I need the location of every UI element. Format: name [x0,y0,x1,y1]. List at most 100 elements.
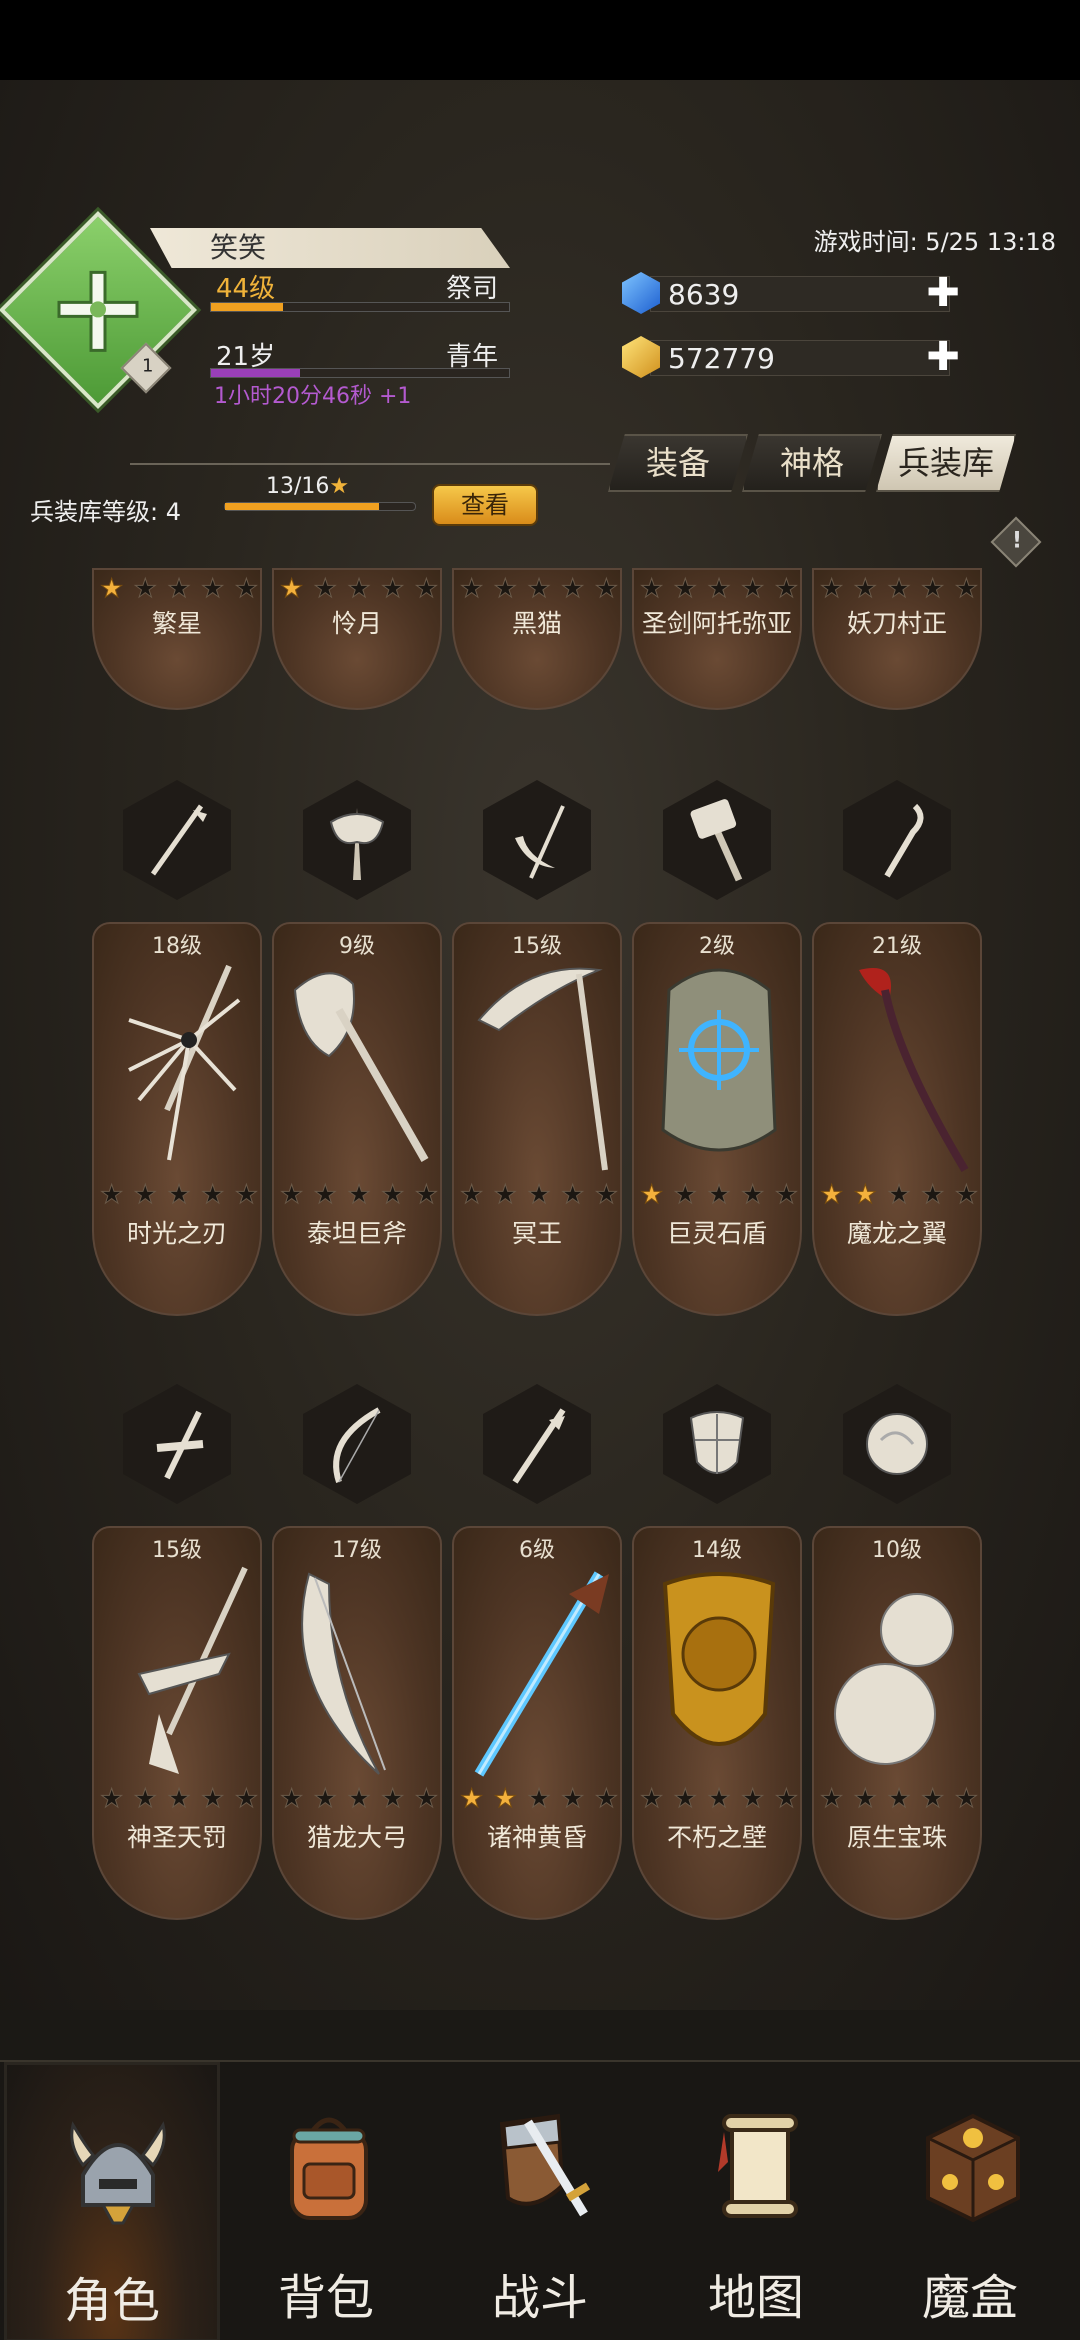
star-icon: ★ [347,574,371,604]
star-icon: ★ [887,1784,911,1814]
weapon-type-icon[interactable] [843,1384,951,1504]
weapon-type-icon[interactable] [303,1384,411,1504]
weapon-type-icon[interactable] [663,780,771,900]
weapon-level: 21级 [872,934,922,959]
weapon-card[interactable]: ★ ★ ★ ★ ★ 黑猫 [452,568,622,710]
star-icon: ★ [853,1784,877,1814]
weapon-glyph-icon [329,808,385,880]
nav-character[interactable]: 角色 [4,2062,220,2340]
nav-label: 角色 [63,2273,160,2329]
star-icon: ★ [313,1784,337,1814]
star-icon: ★ [741,1784,765,1814]
star-icon: ★ [234,1784,258,1814]
weapon-level: 10级 [872,1538,922,1563]
weapon-card[interactable]: 9级 ★ ★ ★ ★ ★ 泰坦巨斧 [272,922,442,1316]
star-icon: ★ [561,574,585,604]
weapon-type-icon[interactable] [483,780,591,900]
weapon-glyph-icon [156,1410,204,1480]
weapon-card[interactable]: 21级 ★ ★ ★ ★ ★ 魔龙之翼 [812,922,982,1316]
weapon-type-icon[interactable] [123,1384,231,1504]
star-icon: ★ [493,1784,517,1814]
weapon-name: 冥王 [511,1219,562,1248]
weapon-glyph-icon [884,803,924,878]
weapon-level: 17级 [332,1538,382,1563]
star-icon: ★ [819,1180,844,1210]
star-rating: ★ ★ ★ ★ ★ [99,1784,258,1814]
nav-battle[interactable]: 战斗 [432,2062,648,2340]
nav-divider [0,2010,1080,2060]
weapon-type-icon[interactable] [123,780,231,900]
weapon-level: 15级 [512,934,562,959]
star-icon: ★ [167,1180,191,1210]
star-rating: ★ ★ ★ ★ ★ [279,1784,438,1814]
weapon-card[interactable]: ★ ★ ★ ★ ★ 繁星 [92,568,262,710]
nav-magic-box[interactable]: 魔盒 [862,2062,1078,2340]
nav-backpack[interactable]: 背包 [218,2062,434,2340]
star-icon: ★ [234,574,258,604]
weapon-card[interactable]: 2级 ★ ★ ★ ★ ★ 巨灵石盾 [632,922,802,1316]
star-rating: ★ ★ ★ ★ ★ [639,574,798,604]
star-icon: ★ [741,1180,765,1210]
nav-map[interactable]: 地图 [648,2062,864,2340]
star-icon: ★ [774,1784,798,1814]
sword-shield-icon [499,2113,591,2217]
weapon-type-icon[interactable] [843,780,951,900]
star-rating: ★ ★ ★ ★ ★ [279,1180,438,1210]
weapon-type-icon[interactable] [663,1384,771,1504]
star-icon: ★ [741,574,765,604]
weapon-card[interactable]: 15级 ★ ★ ★ ★ ★ 神圣天罚 [92,1526,262,1920]
star-rating: ★ ★ ★ ★ ★ [819,574,978,604]
star-icon: ★ [493,574,517,604]
weapon-glyph-icon [515,805,565,879]
nav-label: 战斗 [491,2270,588,2326]
star-icon: ★ [594,1180,618,1210]
weapon-art-icon [301,1572,386,1775]
star-icon: ★ [201,1180,225,1210]
star-icon: ★ [639,574,664,604]
magic-box-icon [926,2113,1020,2223]
weapon-glyph-icon [150,804,207,876]
weapon-name: 巨灵石盾 [666,1219,767,1248]
nav-label: 魔盒 [921,2270,1018,2326]
backpack-icon [290,2117,368,2220]
star-icon: ★ [414,574,438,604]
weapon-glyph-icon [512,1408,566,1484]
star-icon: ★ [381,1180,405,1210]
weapon-type-icon[interactable] [483,1384,591,1504]
weapon-card[interactable]: 17级 ★ ★ ★ ★ ★ 猎龙大弓 [272,1526,442,1920]
weapon-name: 泰坦巨斧 [306,1219,407,1248]
weapon-art-icon [293,972,429,1162]
weapon-art-icon [477,967,608,1171]
star-icon: ★ [527,1180,551,1210]
scroll-map-icon [718,2114,798,2218]
weapon-card[interactable]: 14级 ★ ★ ★ ★ ★ 不朽之壁 [632,1526,802,1920]
star-icon: ★ [167,1784,191,1814]
star-icon: ★ [99,574,124,604]
weapon-name: 原生宝珠 [846,1823,947,1852]
star-icon: ★ [234,1180,258,1210]
weapon-name: 诸神黄昏 [486,1823,587,1852]
weapon-art-icon [859,968,969,1173]
star-icon: ★ [381,574,405,604]
weapon-card[interactable]: 15级 ★ ★ ★ ★ ★ 冥王 [452,922,622,1316]
weapon-card[interactable]: ★ ★ ★ ★ ★ 妖刀村正 [812,568,982,710]
weapon-card[interactable]: 10级 ★ ★ ★ ★ ★ 原生宝珠 [812,1526,982,1920]
weapon-card[interactable]: 6级 ★ ★ ★ ★ ★ 诸神黄昏 [452,1526,622,1920]
star-icon: ★ [887,574,911,604]
nav-label: 地图 [707,2270,804,2326]
star-rating: ★ ★ ★ ★ ★ [819,1784,978,1814]
star-icon: ★ [99,1180,124,1210]
weapon-type-icon[interactable] [303,780,411,900]
star-icon: ★ [167,574,191,604]
weapon-card[interactable]: 18级 ★ ★ ★ ★ ★ 时光之刃 [92,922,262,1316]
weapon-card[interactable]: ★ ★ ★ ★ ★ 圣剑阿托弥亚 [632,568,802,710]
star-icon: ★ [133,1784,157,1814]
weapon-name: 神圣天罚 [126,1823,227,1852]
weapon-level: 18级 [152,934,202,959]
weapon-level: 2级 [699,934,735,959]
weapon-name: 怜月 [331,609,382,638]
weapon-glyph-icon [866,1413,928,1475]
star-icon: ★ [201,574,225,604]
weapon-card[interactable]: ★ ★ ★ ★ ★ 怜月 [272,568,442,710]
weapon-level: 15级 [152,1538,202,1563]
